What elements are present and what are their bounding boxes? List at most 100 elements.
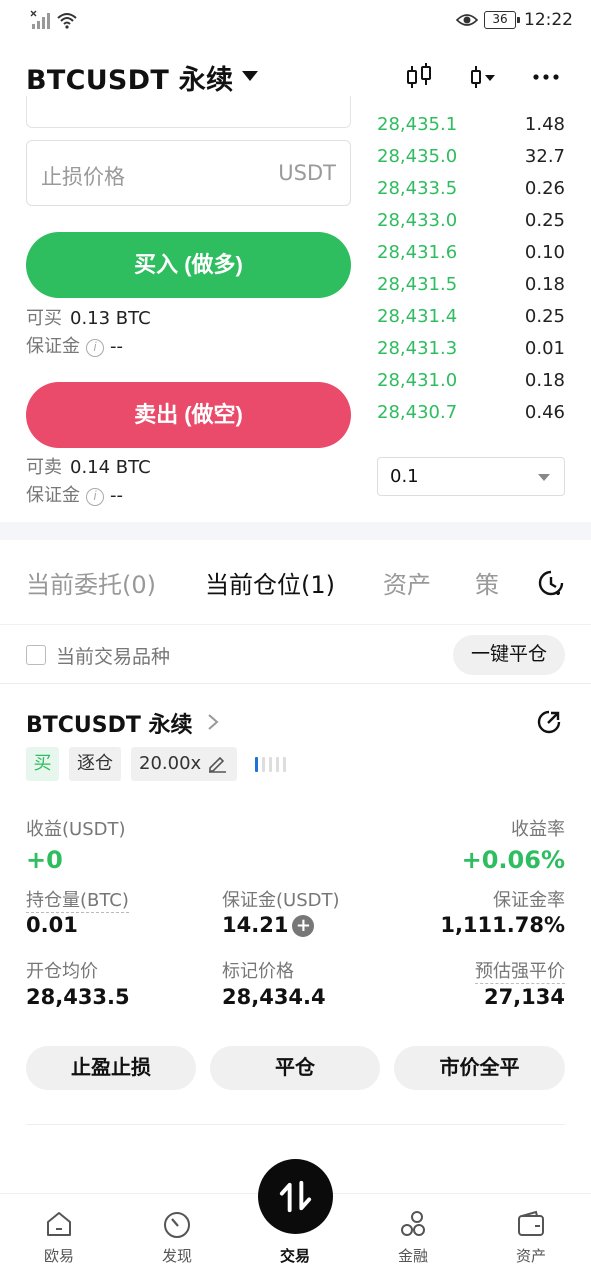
mark-price-value: 28,434.4 <box>222 985 326 1009</box>
position-size-value: 0.01 <box>26 913 78 937</box>
nav-discover[interactable]: 发现 <box>137 1194 217 1280</box>
swap-arrows-icon <box>279 1180 312 1213</box>
liq-price-label: 预估强平价 <box>475 961 565 984</box>
nav-assets[interactable]: 资产 <box>491 1194 571 1280</box>
status-bar: 36 12:22 <box>0 0 591 40</box>
orderbook-row[interactable]: 28,433.0 0.25 <box>377 206 565 238</box>
nav-home-label: 欧易 <box>43 1247 74 1265</box>
orderbook-row[interactable]: 28,430.7 0.46 <box>377 398 565 430</box>
sell-available-value: 0.14 BTC <box>70 457 151 478</box>
margin-ratio-label: 保证金率 <box>493 890 565 911</box>
sell-short-button[interactable]: 卖出 (做空) <box>26 382 351 448</box>
nav-finance[interactable]: 金融 <box>373 1194 453 1280</box>
orderbook-qty: 0.26 <box>524 178 565 199</box>
eye-icon <box>456 14 478 26</box>
status-time: 12:22 <box>524 10 573 30</box>
orderbook-row[interactable]: 28,431.4 0.25 <box>377 302 565 334</box>
chevron-right-icon[interactable] <box>206 712 220 732</box>
instrument-title[interactable]: BTCUSDT 永续 <box>26 58 233 97</box>
orderbook-price: 28,433.5 <box>377 178 458 199</box>
orderbook-price: 28,431.0 <box>377 370 458 391</box>
add-margin-icon[interactable]: + <box>292 915 315 937</box>
orderbook-row[interactable]: 28,431.3 0.01 <box>377 334 565 366</box>
buy-long-button[interactable]: 买入 (做多) <box>26 232 351 298</box>
tab-positions[interactable]: 当前仓位(1) <box>205 565 335 600</box>
orderbook-qty: 0.25 <box>524 306 565 327</box>
edit-icon[interactable] <box>207 753 227 773</box>
candlestick-chart-icon[interactable] <box>402 60 436 94</box>
side-tag: 买 <box>26 747 59 781</box>
buy-margin: 保证金 i -- <box>26 332 123 358</box>
stop-loss-unit: USDT <box>278 161 336 185</box>
roe-label: 收益率 <box>511 819 565 840</box>
close-all-button[interactable]: 一键平仓 <box>453 635 565 675</box>
section-divider <box>0 522 591 540</box>
close-position-button[interactable]: 平仓 <box>210 1046 380 1090</box>
depth-precision-value: 0.1 <box>390 466 419 487</box>
position-size-label: 持仓量(BTC) <box>26 890 129 913</box>
margin-label: 保证金(USDT) <box>222 890 340 911</box>
adl-indicator <box>255 757 289 773</box>
stop-loss-input[interactable]: 止损价格 USDT <box>26 140 351 206</box>
nav-discover-label: 发现 <box>161 1247 192 1265</box>
position-tabs: 当前委托(0) 当前仓位(1) 资产 策 <box>0 540 591 624</box>
orderbook-row[interactable]: 28,435.0 32.7 <box>377 142 565 174</box>
buy-margin-label: 保证金 <box>26 336 80 357</box>
home-icon <box>47 1212 71 1236</box>
share-icon[interactable] <box>535 708 563 736</box>
buy-available: 可买 0.13 BTC <box>26 304 151 330</box>
pnl-value: +0 <box>26 846 63 874</box>
orderbook-row[interactable]: 28,435.1 1.48 <box>377 110 565 142</box>
nav-finance-label: 金融 <box>397 1247 428 1265</box>
leverage-value: 20.00x <box>139 753 202 774</box>
orderbook-qty: 32.7 <box>524 146 565 167</box>
orderbook-price: 28,435.1 <box>377 114 458 135</box>
tab-open-orders[interactable]: 当前委托(0) <box>26 565 156 600</box>
liq-price-value: 27,134 <box>483 985 565 1009</box>
tab-strategy[interactable]: 策 <box>475 565 499 600</box>
orderbook-row[interactable]: 28,431.5 0.18 <box>377 270 565 302</box>
orderbook-qty: 0.46 <box>524 402 565 423</box>
buy-available-label: 可买 <box>26 308 62 329</box>
dropdown-arrow-icon <box>538 474 550 481</box>
sell-margin-value: -- <box>110 485 123 506</box>
current-symbol-checkbox[interactable] <box>26 645 46 665</box>
orderbook-row[interactable]: 28,433.5 0.26 <box>377 174 565 206</box>
pnl-label: 收益(USDT) <box>26 819 126 840</box>
orderbook-price: 28,430.7 <box>377 402 458 423</box>
tab-assets[interactable]: 资产 <box>383 565 431 600</box>
market-close-button[interactable]: 市价全平 <box>394 1046 565 1090</box>
orderbook-qty: 0.10 <box>524 242 565 263</box>
orderbook-qty: 0.25 <box>524 210 565 231</box>
orderbook-row[interactable]: 28,431.6 0.10 <box>377 238 565 270</box>
battery-indicator: 36 <box>484 11 520 29</box>
sell-margin: 保证金 i -- <box>26 481 123 507</box>
tpsl-button[interactable]: 止盈止损 <box>26 1046 196 1090</box>
chart-type-icon[interactable] <box>466 60 500 94</box>
amount-input[interactable] <box>26 96 351 128</box>
card-separator <box>26 1124 565 1125</box>
orderbook-row[interactable]: 28,431.0 0.18 <box>377 366 565 398</box>
mark-price-label: 标记价格 <box>222 961 294 982</box>
discover-icon <box>164 1212 190 1238</box>
trade-fab-button[interactable] <box>258 1159 333 1234</box>
orderbook-price: 28,431.4 <box>377 306 458 327</box>
current-symbol-label: 当前交易品种 <box>56 646 171 668</box>
entry-price-label: 开仓均价 <box>26 961 98 982</box>
history-icon[interactable] <box>535 567 567 599</box>
info-icon[interactable]: i <box>86 339 104 357</box>
nav-home[interactable]: 欧易 <box>19 1194 99 1280</box>
wifi-icon <box>57 13 77 29</box>
tabs-fade <box>500 540 530 624</box>
leverage-tag[interactable]: 20.00x <box>131 747 237 781</box>
more-icon[interactable] <box>530 60 564 94</box>
depth-precision-select[interactable]: 0.1 <box>377 457 565 496</box>
sell-available: 可卖 0.14 BTC <box>26 453 151 479</box>
filter-row: 当前交易品种 一键平仓 <box>0 624 591 684</box>
buy-margin-value: -- <box>110 336 123 357</box>
chevron-down-icon[interactable] <box>242 71 258 81</box>
info-icon[interactable]: i <box>86 488 104 506</box>
finance-icon <box>401 1211 425 1236</box>
position-symbol[interactable]: BTCUSDT 永续 <box>26 707 193 739</box>
margin-value-row: 14.21 + <box>222 913 315 937</box>
